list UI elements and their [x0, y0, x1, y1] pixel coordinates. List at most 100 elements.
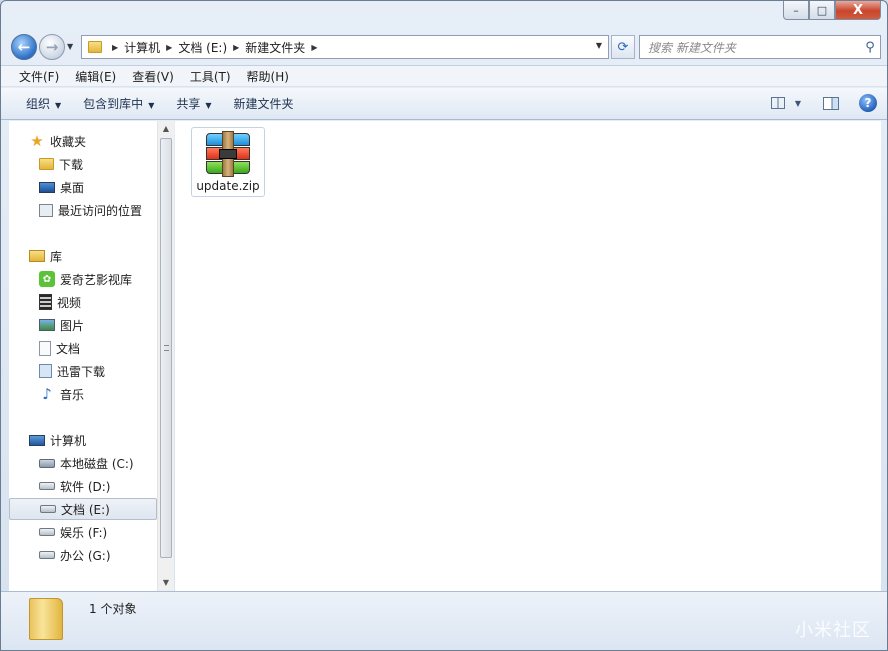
breadcrumb-computer[interactable]: 计算机: [124, 39, 160, 56]
scroll-down-arrow-icon[interactable]: ▼: [158, 575, 174, 591]
share-label: 共享: [176, 97, 201, 111]
xunlei-download-icon: [39, 364, 52, 378]
nav-item-drive-c[interactable]: 本地磁盘 (C:): [9, 452, 157, 474]
preview-pane-icon[interactable]: [823, 96, 839, 110]
chevron-down-icon: ▼: [205, 101, 212, 110]
breadcrumb-drive-e[interactable]: 文档 (E:): [178, 39, 227, 56]
nav-item-drive-f[interactable]: 娱乐 (F:): [9, 521, 157, 543]
nav-group-label: 计算机: [50, 433, 87, 448]
nav-item-label: 视频: [57, 295, 82, 310]
nav-item-label: 图片: [60, 318, 85, 333]
drive-icon: [39, 551, 55, 559]
navigation-scrollbar[interactable]: ▲ ▼: [157, 121, 174, 591]
nav-item-label: 文档: [56, 341, 81, 356]
folder-icon: [88, 41, 102, 53]
drive-icon: [39, 528, 55, 536]
menu-file[interactable]: 文件(F): [11, 68, 67, 85]
chevron-right-icon[interactable]: ▶: [166, 43, 172, 52]
libraries-icon: [29, 250, 45, 262]
nav-item-xunlei-downloads[interactable]: 迅雷下载: [9, 360, 157, 382]
nav-item-iqiyi-library[interactable]: ✿ 爱奇艺影视库: [9, 268, 157, 290]
command-bar: 组织 ▼ 包含到库中 ▼ 共享 ▼ 新建文件夹 ▼ ?: [1, 88, 887, 120]
explorer-window: – □ X ← → ▼ ▶ 计算机 ▶ 文档 (E:) ▶ 新建文件夹 ▶ ▼ …: [0, 0, 888, 651]
music-note-icon: ♪: [42, 385, 52, 403]
nav-item-label: 迅雷下载: [57, 364, 106, 379]
nav-group-computer[interactable]: 计算机: [9, 429, 86, 451]
folder-icon: [29, 598, 63, 640]
forward-button[interactable]: →: [39, 34, 65, 60]
item-count: 1 个对象: [89, 602, 137, 616]
menu-view[interactable]: 查看(V): [124, 68, 182, 85]
close-button[interactable]: X: [835, 1, 881, 20]
nav-item-label: 桌面: [60, 180, 85, 195]
view-options-dropdown-icon[interactable]: ▼: [795, 99, 801, 108]
nav-item-videos[interactable]: 视频: [9, 291, 157, 313]
watermark: 小米社区: [795, 620, 871, 641]
nav-item-label: 下载: [59, 157, 84, 172]
nav-item-pictures[interactable]: 图片: [9, 314, 157, 336]
menu-help[interactable]: 帮助(H): [239, 68, 297, 85]
scrollbar-thumb[interactable]: [160, 138, 172, 558]
star-icon: ★: [30, 132, 44, 150]
new-folder-button[interactable]: 新建文件夹: [223, 95, 305, 112]
picture-icon: [39, 319, 55, 331]
share-button[interactable]: 共享 ▼: [165, 95, 222, 112]
search-icon[interactable]: ⚲: [860, 40, 880, 55]
menu-bar: 文件(F) 编辑(E) 查看(V) 工具(T) 帮助(H): [1, 65, 887, 87]
nav-item-recent-places[interactable]: 最近访问的位置: [9, 199, 157, 221]
file-item-update-zip[interactable]: update.zip: [191, 127, 265, 197]
maximize-button[interactable]: □: [809, 1, 835, 20]
address-row: ← → ▼ ▶ 计算机 ▶ 文档 (E:) ▶ 新建文件夹 ▶ ▼ ⟳ 搜索 新…: [9, 33, 881, 61]
nav-item-label: 本地磁盘 (C:): [60, 456, 134, 471]
grip-icon: [164, 345, 169, 351]
organize-button[interactable]: 组织 ▼: [15, 95, 72, 112]
nav-item-drive-d[interactable]: 软件 (D:): [9, 475, 157, 497]
scroll-up-arrow-icon[interactable]: ▲: [158, 121, 174, 137]
change-view-icon[interactable]: [770, 97, 785, 109]
iqiyi-icon: ✿: [39, 271, 55, 287]
nav-item-label: 办公 (G:): [60, 548, 111, 563]
file-name: update.zip: [196, 179, 260, 193]
command-bar-right: ▼ ?: [761, 94, 877, 112]
nav-item-label: 软件 (D:): [60, 479, 111, 494]
nav-item-desktop[interactable]: 桌面: [9, 176, 157, 198]
back-button[interactable]: ←: [11, 34, 37, 60]
chevron-down-icon: ▼: [148, 101, 155, 110]
breadcrumb-new-folder[interactable]: 新建文件夹: [245, 39, 305, 56]
nav-item-music[interactable]: ♪ 音乐: [9, 383, 157, 405]
nav-item-drive-e[interactable]: 文档 (E:): [9, 498, 157, 520]
nav-item-documents[interactable]: 文档: [9, 337, 157, 359]
nav-item-label: 爱奇艺影视库: [60, 272, 133, 287]
winrar-archive-icon: [204, 131, 252, 177]
system-drive-icon: [39, 458, 55, 468]
include-in-library-label: 包含到库中: [83, 97, 144, 111]
nav-item-label: 音乐: [60, 387, 85, 402]
nav-item-downloads[interactable]: 下载: [9, 153, 157, 175]
computer-icon: [29, 434, 45, 446]
menu-tools[interactable]: 工具(T): [182, 68, 239, 85]
search-box[interactable]: 搜索 新建文件夹 ⚲: [639, 35, 881, 59]
include-in-library-button[interactable]: 包含到库中 ▼: [72, 95, 165, 112]
navigation-pane: ★ 收藏夹 下载 桌面 最近访问的位置 库 ✿ 爱奇艺影视库 视频 图片 文档 …: [9, 121, 157, 591]
help-icon[interactable]: ?: [859, 94, 877, 112]
recent-places-icon: [39, 203, 53, 217]
file-list-pane[interactable]: update.zip: [175, 121, 881, 591]
drive-icon: [39, 482, 55, 490]
drive-icon: [40, 505, 56, 513]
chevron-right-icon[interactable]: ▶: [311, 43, 317, 52]
minimize-button[interactable]: –: [783, 1, 809, 20]
refresh-button[interactable]: ⟳: [611, 35, 635, 59]
nav-group-favorites[interactable]: ★ 收藏夹: [9, 130, 86, 152]
nav-item-label: 娱乐 (F:): [60, 525, 108, 540]
address-dropdown-icon[interactable]: ▼: [596, 41, 602, 50]
nav-group-libraries[interactable]: 库: [9, 245, 62, 267]
chevron-right-icon[interactable]: ▶: [112, 43, 118, 52]
nav-item-label: 最近访问的位置: [58, 203, 143, 218]
nav-group-label: 库: [50, 249, 63, 264]
recent-pages-dropdown-icon[interactable]: ▼: [67, 42, 73, 51]
menu-edit[interactable]: 编辑(E): [67, 68, 124, 85]
address-bar[interactable]: ▶ 计算机 ▶ 文档 (E:) ▶ 新建文件夹 ▶ ▼: [81, 35, 609, 59]
chevron-right-icon[interactable]: ▶: [233, 43, 239, 52]
nav-item-drive-g[interactable]: 办公 (G:): [9, 544, 157, 566]
search-input[interactable]: 搜索 新建文件夹: [648, 39, 860, 56]
